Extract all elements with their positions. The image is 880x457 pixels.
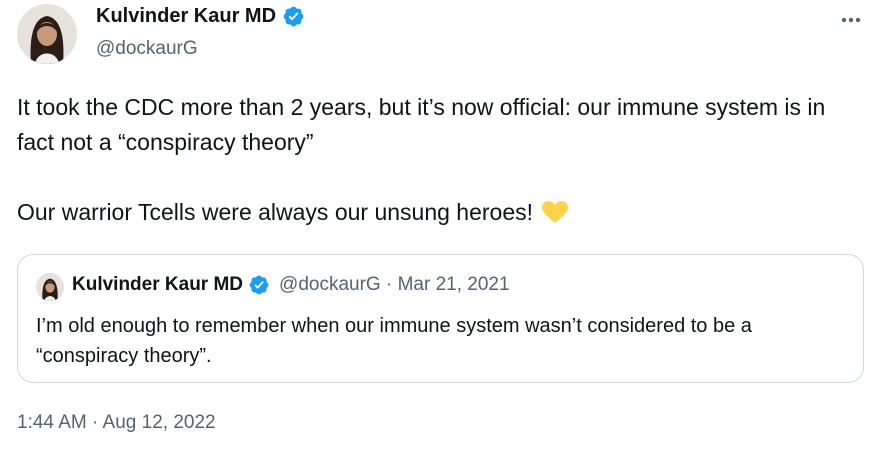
quoted-handle-date: @dockaurG · Mar 21, 2021 (279, 274, 510, 295)
quoted-tweet[interactable]: Kulvinder Kaur MD @dockaurG · Mar 21, 20… (17, 254, 864, 383)
quoted-author-name: Kulvinder Kaur MD (72, 274, 244, 295)
tweet-line-2-text: Our warrior Tcells were always our unsun… (17, 199, 534, 225)
author-avatar[interactable] (17, 4, 77, 64)
yellow-heart-icon (542, 201, 569, 223)
quoted-author-avatar (36, 273, 64, 301)
author-name[interactable]: Kulvinder Kaur MD (96, 5, 276, 28)
more-options-button[interactable] (836, 10, 866, 30)
more-dots-icon (841, 17, 861, 23)
tweet-timestamp[interactable]: 1:44 AM · Aug 12, 2022 (17, 412, 216, 434)
author-handle[interactable]: @dockaurG (96, 38, 198, 60)
quoted-avatar-image (36, 273, 64, 301)
tweet-line-1: It took the CDC more than 2 years, but i… (17, 94, 826, 155)
verified-badge-icon (283, 6, 304, 27)
tweet-line-2: Our warrior Tcells were always our unsun… (17, 195, 857, 230)
quoted-verified-badge-icon (249, 275, 269, 295)
tweet-text: It took the CDC more than 2 years, but i… (17, 90, 857, 230)
quoted-tweet-text: I’m old enough to remember when our immu… (36, 315, 752, 367)
avatar-image (17, 4, 77, 64)
